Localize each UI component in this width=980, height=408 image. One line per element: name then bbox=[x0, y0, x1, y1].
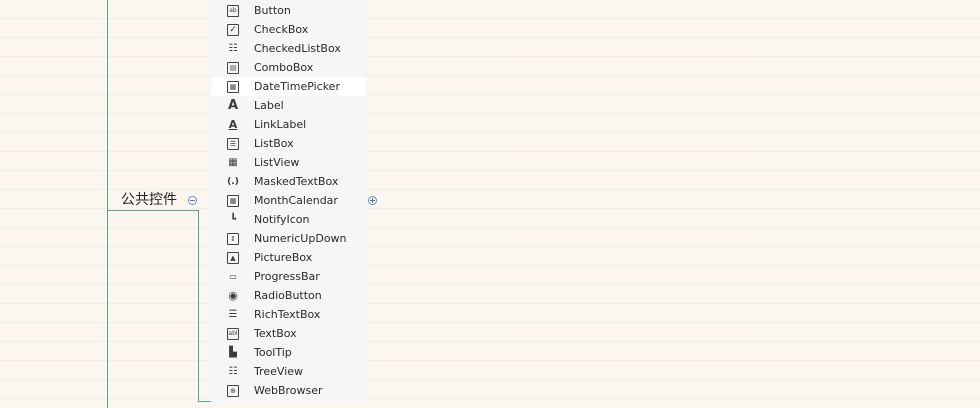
list-item-label: WebBrowser bbox=[254, 384, 323, 397]
list-item-label: Label bbox=[254, 99, 284, 112]
list-item-tooltip[interactable]: ▙ ToolTip bbox=[211, 343, 366, 362]
tooltip-icon: ▙ bbox=[229, 346, 237, 358]
list-item-textbox[interactable]: abl TextBox bbox=[211, 324, 366, 343]
list-item-label: NumericUpDown bbox=[254, 232, 347, 245]
picturebox-icon: ▲ bbox=[227, 251, 239, 264]
textbox-icon: abl bbox=[227, 327, 239, 340]
listbox-icon: ☰ bbox=[227, 137, 239, 150]
list-item-listview[interactable]: ▦ ListView bbox=[211, 153, 366, 172]
connector-main-vertical bbox=[107, 0, 108, 408]
list-item-label: ProgressBar bbox=[254, 270, 320, 283]
expand-button[interactable] bbox=[368, 196, 377, 205]
radiobutton-icon: ◉ bbox=[228, 288, 238, 302]
list-item-label: ListView bbox=[254, 156, 300, 169]
list-item-maskedtextbox[interactable]: (.) MaskedTextBox bbox=[211, 172, 366, 191]
list-item-label: MaskedTextBox bbox=[254, 175, 339, 188]
maskedtextbox-icon: (.) bbox=[227, 176, 239, 187]
webbrowser-icon: ⊕ bbox=[227, 384, 239, 397]
list-item-numericupdown[interactable]: ⇕ NumericUpDown bbox=[211, 229, 366, 248]
richtextbox-icon: ☰ bbox=[228, 308, 238, 320]
list-item-label[interactable]: A Label bbox=[211, 96, 366, 115]
list-item-label: ToolTip bbox=[254, 346, 292, 359]
control-list-panel: ab Button ✓ CheckBox ☷ CheckedListBox ▤ … bbox=[211, 0, 366, 403]
list-item-notifyicon[interactable]: ┗ NotifyIcon bbox=[211, 210, 366, 229]
root-topic[interactable]: 公共控件 bbox=[114, 190, 191, 210]
list-item-checkedlistbox[interactable]: ☷ CheckedListBox bbox=[211, 39, 366, 58]
list-item-progressbar[interactable]: ▭ ProgressBar bbox=[211, 267, 366, 286]
list-item-label: PictureBox bbox=[254, 251, 313, 264]
list-item-webbrowser[interactable]: ⊕ WebBrowser bbox=[211, 381, 366, 400]
list-item-label: RadioButton bbox=[254, 289, 322, 302]
list-item-label: CheckBox bbox=[254, 23, 309, 36]
list-item-label: Button bbox=[254, 4, 291, 17]
label-icon: A bbox=[227, 97, 239, 113]
list-item-combobox[interactable]: ▤ ComboBox bbox=[211, 58, 366, 77]
notifyicon-icon: ┗ bbox=[229, 213, 237, 225]
datetimepicker-icon: ▦ bbox=[227, 80, 239, 93]
numericupdown-icon: ⇕ bbox=[227, 232, 239, 245]
list-item-label: TreeView bbox=[254, 365, 304, 378]
list-item-monthcalendar[interactable]: ▦ MonthCalendar bbox=[211, 191, 366, 210]
linklabel-icon: A bbox=[228, 117, 238, 131]
list-item-linklabel[interactable]: A LinkLabel bbox=[211, 115, 366, 134]
list-item-picturebox[interactable]: ▲ PictureBox bbox=[211, 248, 366, 267]
list-item-label: CheckedListBox bbox=[254, 42, 341, 55]
list-item-richtextbox[interactable]: ☰ RichTextBox bbox=[211, 305, 366, 324]
list-item-label: ComboBox bbox=[254, 61, 314, 74]
list-item-label: LinkLabel bbox=[254, 118, 307, 131]
list-item-checkbox[interactable]: ✓ CheckBox bbox=[211, 20, 366, 39]
collapse-button[interactable] bbox=[188, 196, 197, 205]
list-item-treeview[interactable]: ☷ TreeView bbox=[211, 362, 366, 381]
checkedlistbox-icon: ☷ bbox=[228, 42, 238, 54]
button-icon: ab bbox=[227, 4, 239, 17]
connector-branch-vertical bbox=[198, 210, 199, 402]
list-item-label: NotifyIcon bbox=[254, 213, 310, 226]
list-item-label: DateTimePicker bbox=[254, 80, 340, 93]
list-item-radiobutton[interactable]: ◉ RadioButton bbox=[211, 286, 366, 305]
connector-topic-underline bbox=[107, 210, 198, 211]
checkbox-icon: ✓ bbox=[227, 23, 239, 36]
list-item-label: TextBox bbox=[254, 327, 297, 340]
list-item-label: RichTextBox bbox=[254, 308, 321, 321]
combobox-icon: ▤ bbox=[227, 61, 239, 74]
progressbar-icon: ▭ bbox=[229, 271, 237, 281]
list-item-label: ListBox bbox=[254, 137, 294, 150]
list-item-listbox[interactable]: ☰ ListBox bbox=[211, 134, 366, 153]
treeview-icon: ☷ bbox=[228, 365, 238, 377]
list-item-label: MonthCalendar bbox=[254, 194, 338, 207]
list-item-button[interactable]: ab Button bbox=[211, 1, 366, 20]
listview-icon: ▦ bbox=[228, 156, 238, 168]
monthcalendar-icon: ▦ bbox=[227, 194, 239, 207]
list-item-datetimepicker[interactable]: ▦ DateTimePicker bbox=[211, 77, 366, 96]
